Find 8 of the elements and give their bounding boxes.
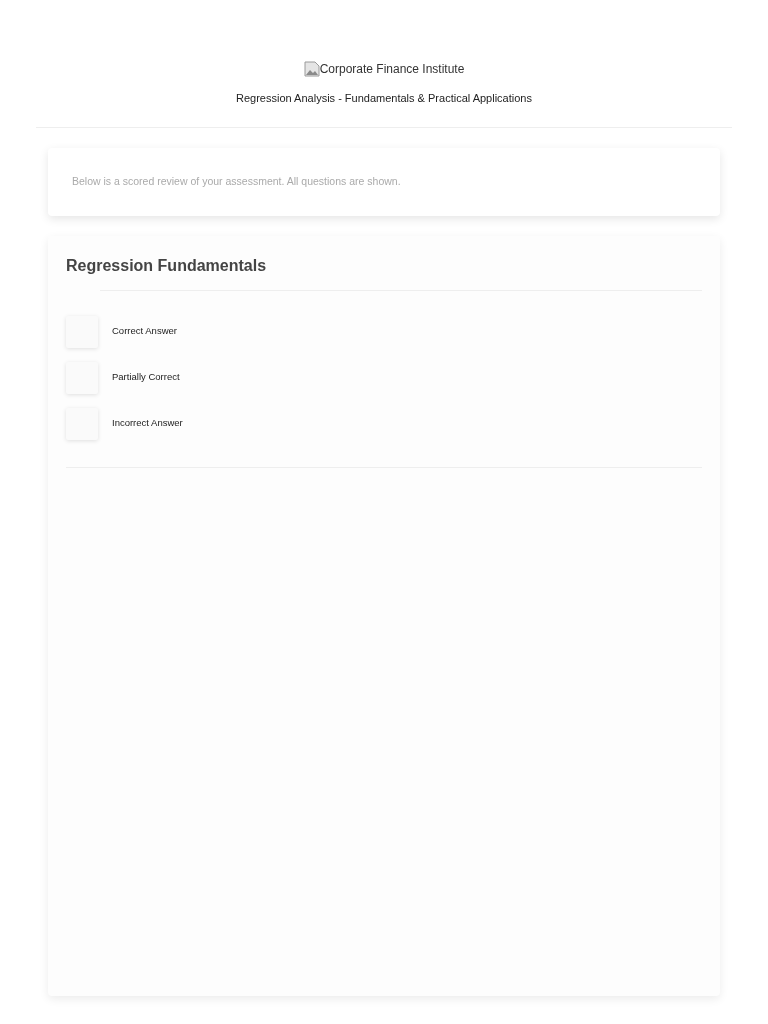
legend-label: Correct Answer [112, 324, 177, 339]
legend-label: Incorrect Answer [112, 416, 183, 431]
logo-alt-text: Corporate Finance Institute [319, 61, 465, 78]
section-title: Regression Fundamentals [66, 255, 268, 276]
legend-label: Partially Correct [112, 370, 180, 385]
broken-image-icon [303, 61, 320, 77]
course-title: Regression Analysis - Fundamentals & Practical Applications [236, 91, 532, 106]
intro-text: Below is a scored review of your assessment. All questions are shown. [72, 173, 401, 189]
